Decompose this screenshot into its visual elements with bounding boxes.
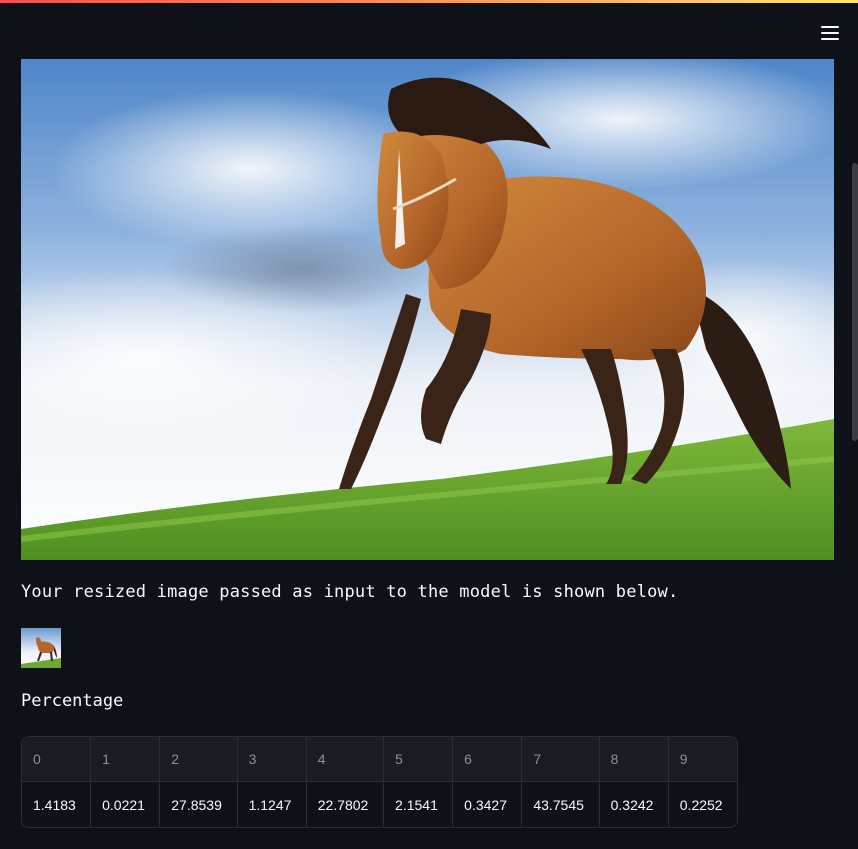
table-cell: 1.4183 xyxy=(22,781,92,827)
column-header[interactable]: 7 xyxy=(521,737,600,782)
column-header[interactable]: 0 xyxy=(22,737,92,782)
table-cell: 1.1247 xyxy=(237,781,307,827)
table-header-row: 0 1 2 3 4 5 6 7 8 9 xyxy=(22,737,737,782)
table-cell: 0.0221 xyxy=(90,781,161,827)
column-header[interactable]: 9 xyxy=(668,737,737,782)
column-header[interactable]: 4 xyxy=(306,737,385,782)
scrollbar-thumb[interactable] xyxy=(852,163,858,441)
column-header[interactable]: 3 xyxy=(237,737,307,782)
column-header[interactable]: 1 xyxy=(90,737,161,782)
top-decoration-bar xyxy=(0,0,858,3)
percentage-label: Percentage xyxy=(21,691,124,711)
percentage-table: 0 1 2 3 4 5 6 7 8 9 1.4183 0.0221 27.853… xyxy=(21,736,738,828)
table-cell: 43.7545 xyxy=(521,781,600,827)
table-cell: 0.3242 xyxy=(599,781,669,827)
column-header[interactable]: 2 xyxy=(159,737,238,782)
hamburger-menu-icon xyxy=(821,26,839,40)
column-header[interactable]: 8 xyxy=(599,737,669,782)
main-menu-button[interactable] xyxy=(814,18,846,48)
table-cell: 2.1541 xyxy=(383,781,454,827)
column-header[interactable]: 6 xyxy=(452,737,523,782)
table-row: 1.4183 0.0221 27.8539 1.1247 22.7802 2.1… xyxy=(22,781,737,827)
table-cell: 22.7802 xyxy=(306,781,385,827)
resized-image-thumbnail xyxy=(21,628,61,668)
resized-image-caption: Your resized image passed as input to th… xyxy=(21,582,679,602)
uploaded-image xyxy=(21,59,834,560)
table-cell: 0.3427 xyxy=(452,781,523,827)
table-cell: 27.8539 xyxy=(159,781,238,827)
table-cell: 0.2252 xyxy=(668,781,737,827)
column-header[interactable]: 5 xyxy=(383,737,454,782)
